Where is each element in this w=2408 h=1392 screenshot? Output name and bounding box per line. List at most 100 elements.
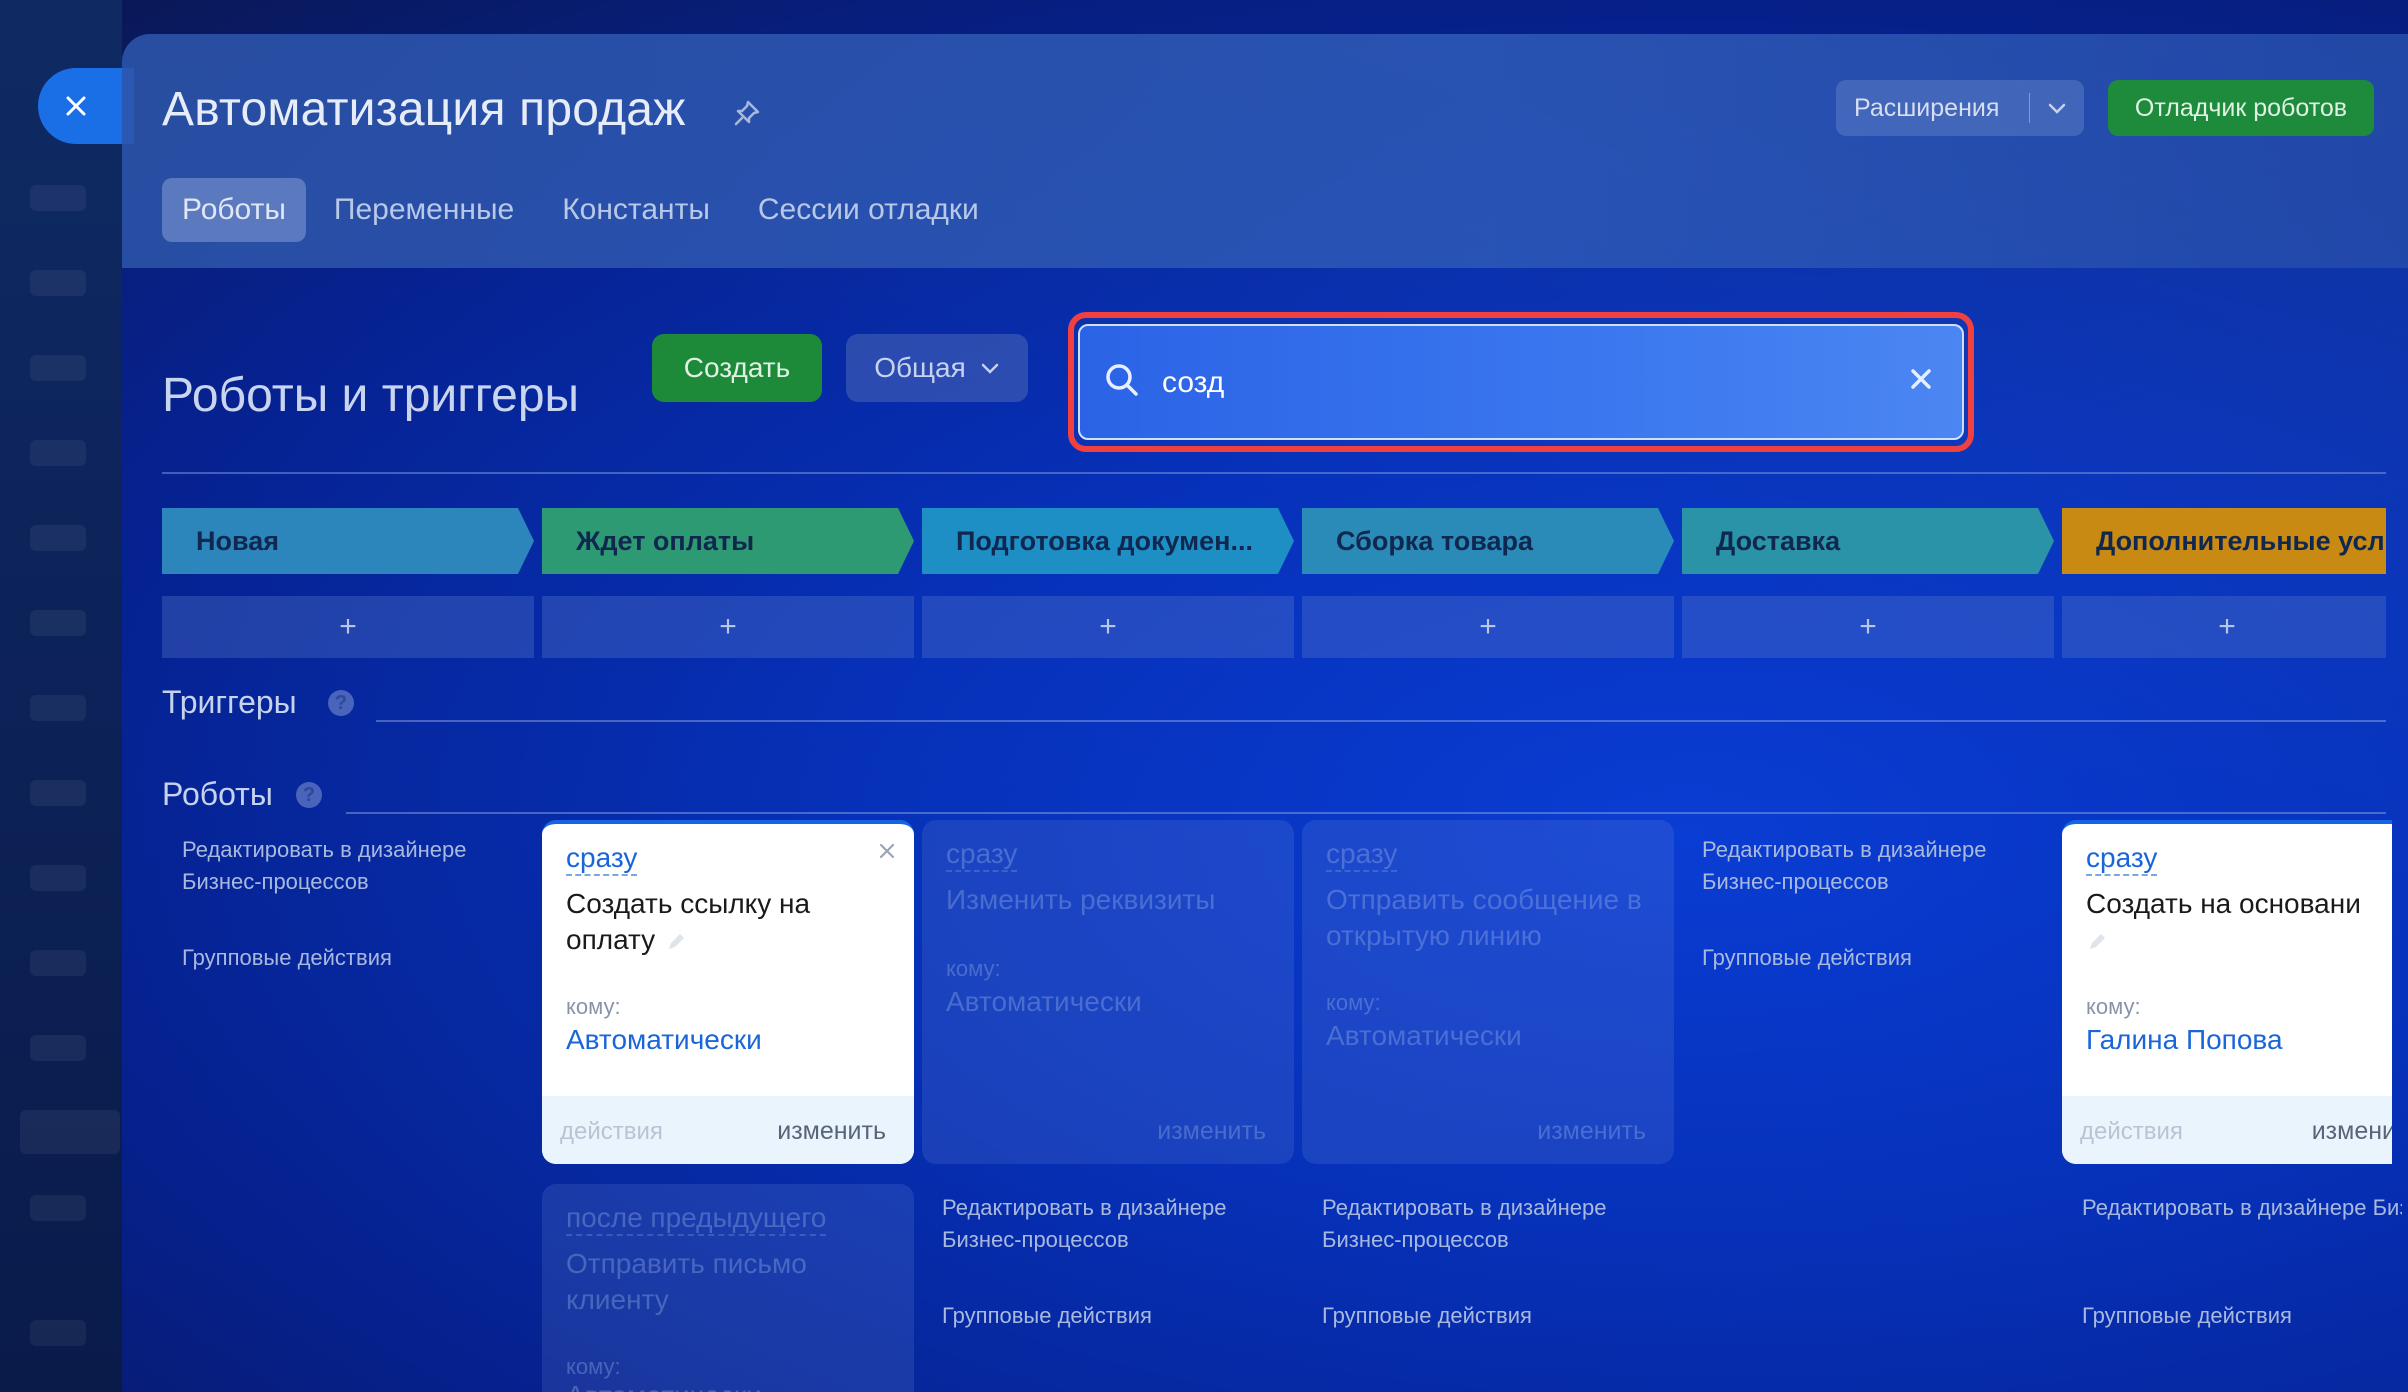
robot-recipient-value[interactable]: Автоматически: [566, 1380, 762, 1392]
robot-title: Отправить письмо клиенту: [566, 1248, 807, 1315]
add-trigger-button[interactable]: +: [922, 596, 1294, 658]
tab-robots[interactable]: Роботы: [162, 178, 306, 242]
toolbar-divider: [162, 472, 2386, 474]
group-actions-link[interactable]: Групповые действия: [2082, 1300, 2292, 1332]
robot-card[interactable]: сразу Отправить сообщение в открытую лин…: [1302, 820, 1674, 1164]
robot-recipient-value[interactable]: Автоматически: [566, 1024, 762, 1056]
edit-in-designer-link[interactable]: Редактировать в дизайнере Бизнес-процесс…: [1322, 1192, 1652, 1256]
sidebar-item-placeholder[interactable]: [30, 1320, 86, 1346]
robot-card[interactable]: сразу Изменить реквизиты кому: Автоматич…: [922, 820, 1294, 1164]
robot-recipient-label: кому:: [946, 956, 1001, 981]
group-actions-link[interactable]: Групповые действия: [182, 942, 392, 974]
robot-timing[interactable]: после предыдущего: [566, 1202, 827, 1236]
triggers-heading: Триггеры: [162, 684, 297, 720]
stage-awaiting-payment[interactable]: Ждет оплаты: [542, 508, 914, 574]
sidebar-item-placeholder[interactable]: [30, 1195, 86, 1221]
stage-assembly[interactable]: Сборка товара: [1302, 508, 1674, 574]
robot-edit-link[interactable]: измени: [2312, 1117, 2392, 1146]
sidebar-item-placeholder[interactable]: [20, 1110, 120, 1154]
robot-title: Изменить реквизиты: [946, 884, 1216, 915]
add-trigger-button[interactable]: +: [542, 596, 914, 658]
tab-constants[interactable]: Константы: [542, 178, 730, 242]
help-icon[interactable]: ?: [296, 782, 322, 808]
robot-timing[interactable]: сразу: [1326, 838, 1398, 872]
automation-panel: Автоматизация продаж Расширения Отладчик…: [122, 34, 2408, 1392]
add-trigger-button[interactable]: +: [1682, 596, 2054, 658]
robot-card[interactable]: сразу Создать на основани кому: Галина П…: [2062, 820, 2392, 1164]
robot-timing[interactable]: сразу: [2086, 842, 2158, 876]
pencil-icon[interactable]: [665, 931, 687, 953]
add-trigger-button[interactable]: +: [2062, 596, 2386, 658]
stage-header-row: Новая Ждет оплаты Подготовка докумен... …: [162, 508, 2386, 574]
triggers-divider: [376, 720, 2386, 722]
help-icon[interactable]: ?: [328, 690, 354, 716]
page-title: Автоматизация продаж: [162, 83, 686, 136]
sidebar-item-placeholder[interactable]: [30, 525, 86, 551]
stage-new[interactable]: Новая: [162, 508, 534, 574]
robot-edit-link[interactable]: изменить: [1537, 1117, 1646, 1146]
app-sidebar: [0, 0, 122, 1392]
close-slider-button[interactable]: [38, 68, 134, 144]
pin-icon[interactable]: [730, 96, 764, 130]
tab-variables[interactable]: Переменные: [314, 178, 534, 242]
edit-in-designer-link[interactable]: Редактировать в дизайнере Бизнес-процесс…: [1702, 834, 2032, 898]
add-trigger-button[interactable]: +: [162, 596, 534, 658]
tab-debug-sessions[interactable]: Сессии отладки: [738, 178, 999, 242]
robot-actions-link[interactable]: действия: [560, 1118, 663, 1146]
edit-in-designer-link[interactable]: Редактировать в дизайнере Бизнес-процесс…: [942, 1192, 1272, 1256]
create-button[interactable]: Создать: [652, 334, 822, 402]
sidebar-item-placeholder[interactable]: [30, 270, 86, 296]
robot-recipient-label: кому:: [566, 994, 621, 1019]
sidebar-item-placeholder[interactable]: [30, 950, 86, 976]
sidebar-item-placeholder[interactable]: [30, 610, 86, 636]
panel-header: Автоматизация продаж Расширения Отладчик…: [122, 34, 2408, 268]
robot-recipient-value[interactable]: Автоматически: [1326, 1020, 1522, 1052]
add-trigger-row: + + + + + +: [162, 596, 2386, 658]
chevron-down-icon: [2048, 103, 2066, 114]
group-actions-link[interactable]: Групповые действия: [1322, 1300, 1532, 1332]
stage-additional-services[interactable]: Дополнительные усл: [2062, 508, 2386, 574]
search-field[interactable]: [1078, 324, 1964, 440]
sidebar-item-placeholder[interactable]: [30, 440, 86, 466]
sidebar-item-placeholder[interactable]: [30, 695, 86, 721]
robot-card[interactable]: сразу Создать ссылку на оплату кому: Авт…: [542, 820, 914, 1164]
section-title: Роботы и триггеры: [162, 369, 580, 422]
robot-timing[interactable]: сразу: [946, 838, 1018, 872]
edit-in-designer-link[interactable]: Редактировать в дизайнере Бизнес-процесс…: [182, 834, 512, 898]
stage-delivery[interactable]: Доставка: [1682, 508, 2054, 574]
robot-recipient-label: кому:: [1326, 990, 1381, 1015]
robot-title: Создать ссылку на оплату: [566, 886, 886, 958]
robot-recipient-value[interactable]: Галина Попова: [2086, 1024, 2283, 1056]
edit-in-designer-link[interactable]: Редактировать в дизайнере Бизнес-процесс…: [2082, 1192, 2402, 1224]
stage-documents-prep[interactable]: Подготовка докумен...: [922, 508, 1294, 574]
robot-title: Создать на основани: [2086, 886, 2392, 958]
general-filter-button[interactable]: Общая: [846, 334, 1028, 402]
extensions-button[interactable]: Расширения: [1836, 80, 2084, 136]
sidebar-item-placeholder[interactable]: [30, 780, 86, 806]
robot-recipient-value[interactable]: Автоматически: [946, 986, 1142, 1018]
sidebar-item-placeholder[interactable]: [30, 1035, 86, 1061]
extensions-dropdown-toggle[interactable]: [2030, 101, 2084, 115]
add-trigger-button[interactable]: +: [1302, 596, 1674, 658]
tab-bar: Роботы Переменные Константы Сессии отлад…: [162, 178, 1007, 242]
robot-actions-link[interactable]: действия: [2080, 1118, 2183, 1146]
search-input[interactable]: [1160, 352, 1864, 414]
pencil-icon[interactable]: [2086, 931, 2108, 953]
robot-title-text: Создать на основани: [2086, 888, 2361, 919]
delete-robot-icon[interactable]: [878, 842, 896, 860]
close-icon: [66, 96, 86, 116]
robot-edit-link[interactable]: изменить: [1157, 1117, 1266, 1146]
robot-recipient-label: кому:: [2086, 994, 2141, 1019]
sidebar-item-placeholder[interactable]: [30, 355, 86, 381]
group-actions-link[interactable]: Групповые действия: [942, 1300, 1152, 1332]
robot-card[interactable]: после предыдущего Отправить письмо клиен…: [542, 1184, 914, 1392]
clear-search-icon[interactable]: [1906, 364, 1936, 394]
robot-edit-link[interactable]: изменить: [777, 1117, 886, 1146]
robot-debugger-button[interactable]: Отладчик роботов: [2108, 80, 2374, 136]
group-actions-link[interactable]: Групповые действия: [1702, 942, 1912, 974]
sidebar-item-placeholder[interactable]: [30, 865, 86, 891]
sidebar-item-placeholder[interactable]: [30, 185, 86, 211]
robots-heading: Роботы: [162, 776, 273, 812]
robot-timing[interactable]: сразу: [566, 842, 638, 876]
robot-recipient-label: кому:: [566, 1354, 621, 1379]
